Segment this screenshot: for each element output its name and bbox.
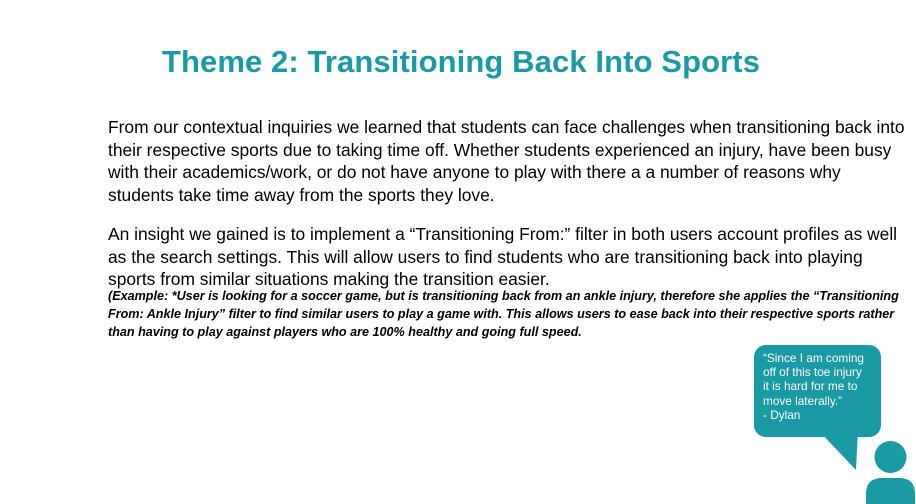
speech-bubble-icon: “Since I am coming off of this toe injur… <box>754 345 881 437</box>
person-icon <box>866 441 915 504</box>
quote-line: “Since I am coming <box>763 351 864 365</box>
quote-line: move laterally.” <box>763 393 843 408</box>
quote-line: off of this toe injury <box>763 365 862 380</box>
quote-line: it is hard for me to <box>763 379 858 394</box>
quote-author: - Dylan <box>763 407 801 422</box>
quote-text: “Since I am coming off of this toe injur… <box>763 351 877 422</box>
